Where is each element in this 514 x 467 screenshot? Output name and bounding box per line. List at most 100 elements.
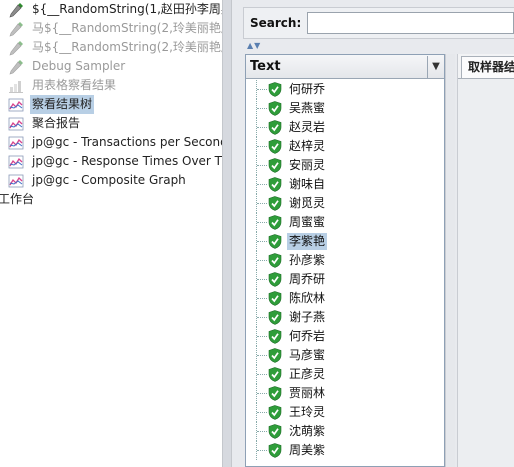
pane-splitter[interactable] — [222, 0, 232, 467]
result-item[interactable]: 马彦蜜 — [246, 346, 444, 365]
success-shield-icon — [268, 386, 282, 401]
graph-icon — [8, 173, 24, 189]
result-item-label: 王玲灵 — [289, 405, 326, 419]
tree-node[interactable]: 工作台 — [0, 190, 36, 209]
renderer-select[interactable]: Text ▼ — [246, 55, 444, 79]
renderer-select-value: Text — [250, 59, 281, 74]
tree-connector — [256, 327, 267, 346]
tree-node-label: 马${__RandomString(2,玲美丽艳彦 — [32, 40, 222, 54]
result-item-label: 马彦蜜 — [289, 348, 326, 362]
pipette-icon — [8, 2, 24, 18]
chevron-down-icon[interactable]: ▼ — [427, 55, 444, 78]
result-item-label: 谢味自 — [289, 177, 326, 191]
result-item[interactable]: 李紫艳 — [246, 232, 444, 251]
success-shield-icon — [268, 272, 282, 287]
tree-node-label: 工作台 — [0, 192, 35, 206]
result-item[interactable]: 何乔岩 — [246, 327, 444, 346]
success-shield-icon — [268, 329, 282, 344]
result-item[interactable]: 谢味自 — [246, 175, 444, 194]
tree-node-label: 用表格察看结果 — [32, 78, 117, 92]
search-input[interactable] — [307, 12, 514, 34]
result-item-label: 何研乔 — [289, 82, 326, 96]
tree-node-label: 聚合报告 — [32, 116, 81, 130]
tree-connector — [256, 137, 267, 156]
tab-sampler-result[interactable]: 取样器结果 — [461, 56, 514, 78]
tree-connector — [256, 232, 267, 251]
success-shield-icon — [268, 291, 282, 306]
tree-node[interactable]: 聚合报告 — [8, 114, 82, 133]
tree-node-label: jp@gc - Transactions per Second — [32, 135, 222, 149]
chart-icon — [8, 78, 24, 94]
graph-icon — [8, 135, 24, 151]
success-shield-icon — [268, 424, 282, 439]
result-item[interactable]: 周乔研 — [246, 270, 444, 289]
result-item-label: 吴燕蜜 — [289, 101, 326, 115]
success-shield-icon — [268, 177, 282, 192]
result-item-label: 赵灵岩 — [289, 120, 326, 134]
tree-connector — [256, 384, 267, 403]
collapse-toggle-icon[interactable]: ▲▼ — [247, 41, 271, 51]
result-item[interactable]: 赵梓灵 — [246, 137, 444, 156]
tree-connector — [256, 156, 267, 175]
result-item[interactable]: 贾丽林 — [246, 384, 444, 403]
tree-node[interactable]: Debug Sampler — [8, 57, 127, 76]
success-shield-icon — [268, 348, 282, 363]
success-shield-icon — [268, 234, 282, 249]
result-item[interactable]: 沈萌紫 — [246, 422, 444, 441]
tree-node-label: 察看结果树 — [30, 95, 95, 114]
result-item[interactable]: 孙彦紫 — [246, 251, 444, 270]
tree-node[interactable]: jp@gc - Transactions per Second — [8, 133, 222, 152]
tree-node[interactable]: 用表格察看结果 — [8, 76, 118, 95]
tree-node[interactable]: 马${__RandomString(2,玲美丽艳彦 — [8, 19, 222, 38]
result-item[interactable]: 吴燕蜜 — [246, 99, 444, 118]
tree-connector — [256, 365, 267, 384]
tree-connector — [256, 441, 267, 460]
tree-node[interactable]: jp@gc - Response Times Over Tin — [8, 152, 222, 171]
tree-connector — [256, 308, 267, 327]
success-shield-icon — [268, 405, 282, 420]
results-tree: 何研乔吴燕蜜赵灵岩赵梓灵安丽灵谢味自谢觅灵周蜜蜜李紫艳孙彦紫周乔研陈欣林 谢子燕何… — [246, 80, 444, 466]
result-item[interactable]: 何研乔 — [246, 80, 444, 99]
search-label: Search: — [250, 16, 302, 30]
results-list: Text ▼ 何研乔吴燕蜜赵灵岩赵梓灵安丽灵谢味自谢觅灵周蜜蜜李紫艳孙彦紫周乔研… — [245, 54, 445, 467]
result-item[interactable]: 正彦灵 — [246, 365, 444, 384]
tree-node[interactable]: 马${__RandomString(2,玲美丽艳彦 — [8, 38, 222, 57]
result-item[interactable]: 谢子燕 — [246, 308, 444, 327]
tree-connector — [256, 270, 267, 289]
result-item[interactable]: 安丽灵 — [246, 156, 444, 175]
tree-node-label: jp@gc - Composite Graph — [32, 173, 186, 187]
test-plan-tree: ${__RandomString(1,赵田孙李周吴 马${__RandomStri… — [0, 0, 222, 467]
success-shield-icon — [268, 120, 282, 135]
success-shield-icon — [268, 443, 282, 458]
pipette-icon — [8, 21, 24, 37]
result-item[interactable]: 谢觅灵 — [246, 194, 444, 213]
tab-content — [458, 78, 514, 467]
result-item[interactable]: 周蜜蜜 — [246, 213, 444, 232]
pipette-icon — [8, 40, 24, 56]
result-item-label: 赵梓灵 — [289, 139, 326, 153]
tree-node[interactable]: ${__RandomString(1,赵田孙李周吴 — [8, 0, 222, 19]
result-item[interactable]: 王玲灵 — [246, 403, 444, 422]
result-item-label: 周乔研 — [289, 272, 326, 286]
result-item-label: 何乔岩 — [289, 329, 326, 343]
search-bar: Search: — [243, 7, 514, 39]
tree-connector — [256, 346, 267, 365]
tree-connector — [256, 422, 267, 441]
result-item-label: 李紫艳 — [287, 233, 328, 250]
result-item-label: 周美紫 — [289, 443, 326, 457]
success-shield-icon — [268, 101, 282, 116]
tree-connector — [256, 289, 267, 308]
result-item-label: 周蜜蜜 — [289, 215, 326, 229]
list-scrollbar[interactable] — [445, 54, 455, 467]
tree-connector — [256, 213, 267, 232]
result-item[interactable]: 陈欣林 — [246, 289, 444, 308]
result-item[interactable]: 周美紫 — [246, 441, 444, 460]
tree-connector — [256, 99, 267, 118]
tree-node[interactable]: jp@gc - Composite Graph — [8, 171, 188, 190]
result-item-label: 沈萌紫 — [289, 424, 326, 438]
result-item-label: 孙彦紫 — [289, 253, 326, 267]
tree-connector — [256, 118, 267, 137]
tree-node-label: Debug Sampler — [32, 59, 126, 73]
result-item[interactable]: 赵灵岩 — [246, 118, 444, 137]
tree-node[interactable]: 察看结果树 — [8, 95, 95, 114]
